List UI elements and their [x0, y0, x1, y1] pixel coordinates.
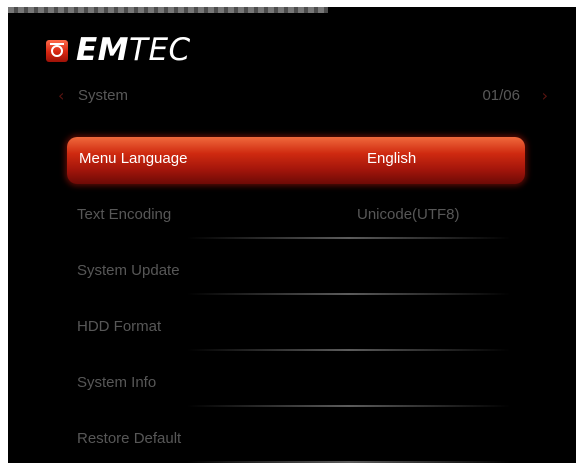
tv-screen: EMTEC ‹ System 01/06 › Menu Language Eng…: [8, 7, 576, 463]
menu-item-label: System Update: [77, 262, 180, 279]
next-page-arrow-icon[interactable]: ›: [542, 88, 548, 104]
menu-item-label: Restore Default: [77, 430, 182, 447]
menu-item-label: HDD Format: [77, 318, 162, 335]
previous-page-arrow-icon[interactable]: ‹: [58, 88, 64, 104]
menu-divider: [187, 237, 510, 239]
top-edge-strip: [8, 7, 328, 13]
menu-item-text-encoding[interactable]: Text Encoding Unicode(UTF8): [67, 189, 525, 245]
menu-item-system-update[interactable]: System Update: [67, 245, 525, 301]
emtec-logo-icon: [46, 39, 68, 62]
section-title: System: [78, 87, 129, 104]
logo-text: EMTEC: [76, 32, 191, 68]
menu-item-hdd-format[interactable]: HDD Format: [67, 301, 525, 357]
menu-item-label: Text Encoding: [77, 206, 172, 223]
menu-divider: [187, 293, 510, 295]
emtec-logo: EMTEC: [46, 35, 191, 66]
menu-divider: [187, 405, 510, 407]
menu-divider: [187, 461, 510, 463]
menu-divider: [187, 349, 510, 351]
page-counter: 01/06: [482, 87, 520, 104]
menu-item-value: Unicode(UTF8): [357, 206, 460, 223]
settings-menu: Menu Language English Text Encoding Unic…: [67, 133, 525, 463]
settings-header: ‹ System 01/06 ›: [58, 85, 548, 107]
menu-item-label: System Info: [77, 374, 157, 391]
menu-item-menu-language[interactable]: Menu Language English: [67, 133, 525, 189]
menu-item-value: English: [367, 150, 417, 167]
menu-item-label: Menu Language: [79, 150, 188, 167]
menu-item-restore-default[interactable]: Restore Default: [67, 413, 525, 463]
menu-item-system-info[interactable]: System Info: [67, 357, 525, 413]
